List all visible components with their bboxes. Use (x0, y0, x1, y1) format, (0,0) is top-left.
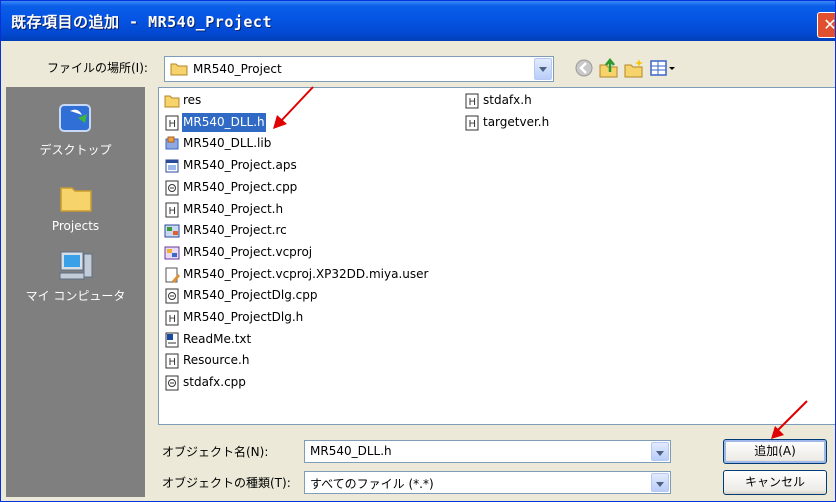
svg-text:H: H (169, 119, 177, 130)
header-file-icon: H (164, 353, 180, 369)
folder-icon (164, 93, 180, 109)
file-name: MR540_ProjectDlg.h (183, 310, 304, 324)
file-name: stdafx.cpp (183, 375, 246, 390)
object-name-label: オブジェクト名(N): (162, 445, 269, 459)
txt-file-icon (164, 332, 180, 348)
file-name: MR540_Project.cpp (183, 179, 298, 194)
look-in-dropdown[interactable]: MR540_Project (164, 56, 554, 82)
red-arrow-annotation (273, 86, 314, 129)
lib-file-icon (164, 136, 180, 152)
file-name: MR540_ProjectDlg.cpp (183, 288, 318, 303)
my-computer-icon (59, 251, 92, 280)
title-bar[interactable]: 既存項目の追加 - MR540_Project ✕ (1, 1, 835, 41)
file-name: MR540_Project.vcproj (183, 244, 313, 259)
header-file-icon: H (164, 310, 180, 326)
object-type-dropdown[interactable]: すべてのファイル (*.*) (304, 471, 671, 494)
svg-text:H: H (169, 314, 177, 325)
object-name-dropdown-button[interactable] (651, 442, 669, 461)
svg-text:H: H (169, 206, 177, 217)
object-type-value: すべてのファイル (*.*) (310, 477, 434, 491)
file-name: MR540_DLL.lib (183, 136, 272, 151)
svg-text:H: H (469, 119, 477, 130)
place-label: マイ コンピュータ (25, 289, 126, 303)
folder-icon (170, 63, 188, 76)
object-name-value: MR540_DLL.h (310, 444, 392, 458)
back-icon[interactable] (573, 57, 595, 79)
file-name: ReadMe.txt (183, 331, 252, 346)
svg-text:H: H (469, 97, 477, 108)
close-button[interactable]: ✕ (817, 12, 835, 38)
file-name: stdafx.h (483, 93, 532, 107)
look-in-label: ファイルの場所(I): (47, 61, 148, 75)
header-file-icon: H (164, 115, 180, 131)
header-file-icon: H (464, 93, 480, 109)
places-bar: デスクトップ Projects マイ コンピュータ (6, 87, 145, 497)
add-button[interactable]: 追加(A) (723, 439, 827, 464)
file-name: MR540_Project.aps (183, 158, 297, 173)
folder-icon (59, 187, 92, 212)
header-file-icon: H (164, 202, 180, 218)
header-file-icon: H (464, 115, 480, 131)
svg-text:H: H (169, 357, 177, 368)
file-name: MR540_Project.rc (183, 223, 287, 238)
place-projects[interactable]: Projects (6, 179, 145, 233)
new-folder-icon[interactable] (623, 57, 645, 79)
rc-file-icon (164, 223, 180, 239)
file-name: Resource.h (183, 353, 250, 368)
cpp-file-icon (164, 375, 180, 391)
place-my-computer[interactable]: マイ コンピュータ (6, 247, 145, 304)
place-label: Projects (51, 219, 100, 233)
aps-file-icon (164, 158, 180, 174)
red-arrow-annotation (771, 400, 808, 439)
place-label: デスクトップ (39, 143, 112, 157)
look-in-value: MR540_Project (193, 62, 282, 76)
cpp-file-icon (164, 288, 180, 304)
user-file-icon (164, 267, 180, 283)
vcproj-file-icon (164, 245, 180, 261)
file-name: targetver.h (483, 114, 550, 129)
look-in-dropdown-button[interactable] (534, 58, 552, 80)
up-folder-icon[interactable] (598, 57, 620, 79)
file-name: MR540_DLL.h (182, 112, 266, 132)
file-name: MR540_Project.h (183, 201, 284, 216)
object-type-dropdown-button[interactable] (651, 473, 669, 492)
add-existing-item-dialog: 既存項目の追加 - MR540_Project ✕ ファイルの場所(I): MR… (0, 0, 836, 502)
place-desktop[interactable]: デスクトップ (6, 101, 145, 158)
file-list[interactable]: res H MR540_DLL.h MR540_DLL.lib MR540_Projec… (158, 87, 835, 425)
file-name: res (183, 93, 202, 107)
cpp-file-icon (164, 180, 180, 196)
object-type-label: オブジェクトの種類(T): (162, 476, 291, 490)
views-menu-icon[interactable] (649, 57, 677, 79)
object-name-input[interactable]: MR540_DLL.h (304, 440, 671, 463)
window-title: 既存項目の追加 - MR540_Project (11, 13, 272, 31)
cancel-button[interactable]: キャンセル (723, 470, 827, 495)
file-name: MR540_Project.vcproj.XP32DD.miya.user (183, 266, 429, 281)
desktop-icon (58, 104, 91, 132)
